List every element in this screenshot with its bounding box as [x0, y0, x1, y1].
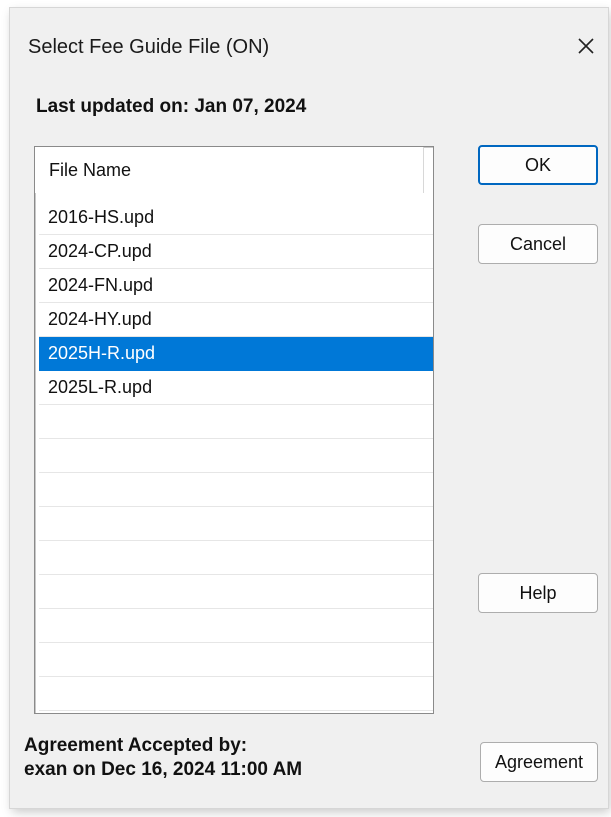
file-name-text: 2024-FN.upd: [48, 275, 154, 295]
list-item[interactable]: 2024-HY.upd: [39, 303, 433, 337]
file-name-text: 2016-HS.upd: [48, 207, 155, 227]
list-header-file-name[interactable]: File Name: [35, 147, 424, 193]
empty-list-row: [39, 507, 433, 541]
empty-list-row: [39, 677, 433, 711]
window-title: Select Fee Guide File (ON): [28, 36, 270, 58]
empty-list-row: [39, 541, 433, 575]
list-item[interactable]: 2024-FN.upd: [39, 269, 433, 303]
list-item[interactable]: 2016-HS.upd: [39, 201, 433, 235]
agreement-button[interactable]: Agreement: [480, 742, 598, 782]
help-button[interactable]: Help: [478, 573, 598, 613]
agreement-accepted-label: Agreement Accepted by:: [24, 735, 248, 756]
file-list[interactable]: File Name 2016-HS.upd 2024-CP.upd 2024-FN.…: [34, 146, 434, 714]
empty-list-row: [39, 405, 433, 439]
empty-list-row: [39, 575, 433, 609]
empty-list-row: [39, 439, 433, 473]
list-item[interactable]: 2024-CP.upd: [39, 235, 433, 269]
file-name-text: 2024-HY.upd: [48, 309, 152, 329]
empty-list-row: [39, 473, 433, 507]
column-header-label: File Name: [49, 160, 132, 180]
last-updated-label: Last updated on: Jan 07, 2024: [36, 96, 307, 117]
file-name-text: 2025H-R.upd: [48, 343, 156, 363]
close-icon: [578, 38, 594, 54]
empty-list-row: [39, 643, 433, 677]
empty-list-row: [39, 609, 433, 643]
ok-button[interactable]: OK: [478, 145, 598, 185]
file-name-text: 2024-CP.upd: [48, 241, 152, 261]
agreement-info: Agreement Accepted by: exan on Dec 16, 2…: [24, 734, 302, 782]
file-name-text: 2025L-R.upd: [48, 377, 153, 397]
title-bar[interactable]: Select Fee Guide File (ON): [10, 8, 608, 82]
list-item[interactable]: 2025L-R.upd: [39, 371, 433, 405]
cancel-button[interactable]: Cancel: [478, 224, 598, 264]
fee-guide-dialog: Select Fee Guide File (ON) Last updated …: [10, 8, 608, 808]
close-button[interactable]: [564, 26, 608, 66]
agreement-accepted-detail: exan on Dec 16, 2024 11:00 AM: [24, 759, 303, 780]
list-item[interactable]: 2025H-R.upd: [39, 337, 433, 371]
